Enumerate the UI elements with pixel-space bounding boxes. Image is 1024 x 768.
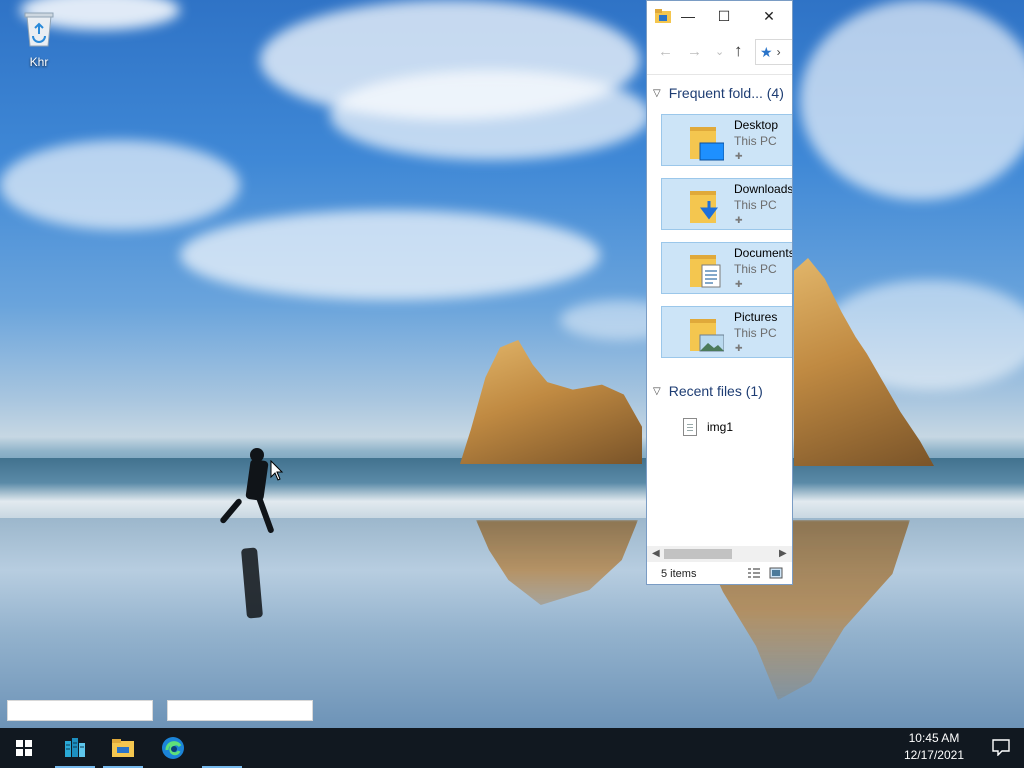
action-center-icon[interactable]	[992, 738, 1010, 756]
frequent-folders-label: Frequent fold... (4)	[668, 85, 784, 101]
downloads-folder-icon	[690, 191, 718, 223]
frequent-folders-header[interactable]: ▽ Frequent fold... (4)	[647, 78, 792, 108]
folder-location: This PC	[734, 326, 777, 340]
item-count: 5 items	[661, 568, 697, 580]
title-bar[interactable]: — ☐ ✕	[647, 1, 792, 31]
quick-access-content: ▽ Frequent fold... (4) Desktop This PC ✚…	[647, 76, 793, 546]
quick-access-star-icon: ★	[760, 43, 773, 60]
large-icons-view-icon[interactable]	[769, 567, 783, 579]
desktop-folder-icon	[690, 127, 724, 161]
taskbar-server-manager[interactable]	[51, 728, 99, 768]
folder-tile-documents[interactable]: Documents This PC ✚	[661, 242, 793, 294]
taskbar-active-slot[interactable]	[198, 728, 246, 768]
folder-tile-pictures[interactable]: Pictures This PC ✚	[661, 306, 792, 358]
file-explorer-window[interactable]: — ☐ ✕ ← → ⌄ ↑ ★ › ▽ Frequent fold... (4)…	[646, 0, 793, 585]
taskbar-file-explorer[interactable]	[99, 728, 147, 768]
folder-name: Desktop	[734, 118, 779, 132]
sea	[0, 458, 1024, 520]
folder-tile-downloads[interactable]: Downloads This PC ✚	[661, 178, 793, 230]
system-clock[interactable]: 10:45 AM 12/17/2021	[904, 730, 964, 764]
desktop-wallpaper	[0, 0, 1024, 728]
scrollbar-thumb[interactable]	[664, 549, 732, 559]
pin-icon: ✚	[735, 279, 743, 289]
recycle-bin-icon	[24, 12, 54, 47]
folder-location: This PC	[734, 134, 777, 148]
edge-icon	[162, 737, 184, 759]
collapse-chevron-icon[interactable]: ▽	[653, 386, 661, 397]
recent-locations-icon[interactable]: ⌄	[715, 45, 724, 58]
thumbnail-box	[7, 700, 153, 721]
start-button[interactable]	[0, 728, 48, 768]
thumbnail-box	[167, 700, 313, 721]
recycle-bin-desktop-icon[interactable]: Khr	[12, 8, 66, 69]
forward-arrow-icon[interactable]: →	[687, 43, 702, 60]
details-view-icon[interactable]	[747, 567, 761, 579]
mouse-pointer-icon	[270, 460, 284, 481]
taskbar: 10:45 AM 12/17/2021	[0, 728, 1024, 768]
clock-date: 12/17/2021	[903, 748, 964, 762]
cloud	[800, 0, 1024, 200]
recent-files-label: Recent files (1)	[668, 383, 763, 399]
recent-file-item[interactable]: img1	[683, 416, 733, 438]
navigation-bar: ← → ⌄ ↑ ★ ›	[647, 31, 792, 75]
file-name: img1	[707, 420, 734, 434]
file-icon	[683, 418, 697, 436]
file-explorer-icon	[112, 739, 134, 757]
pin-icon: ✚	[735, 151, 743, 161]
recycle-bin-label: Khr	[29, 55, 49, 69]
address-bar[interactable]: ★ ›	[755, 39, 792, 65]
folder-name: Pictures	[734, 310, 778, 324]
close-button[interactable]: ✕	[746, 1, 792, 31]
folder-location: This PC	[734, 262, 777, 276]
server-manager-icon	[65, 738, 85, 757]
folder-location: This PC	[734, 198, 777, 212]
pin-icon: ✚	[735, 343, 743, 353]
collapse-chevron-icon[interactable]: ▽	[653, 88, 661, 99]
maximize-button[interactable]: ☐	[701, 1, 747, 31]
up-arrow-icon[interactable]: ↑	[734, 41, 743, 61]
pictures-folder-icon	[690, 319, 724, 352]
horizontal-scrollbar[interactable]: ◀ ▶	[647, 546, 792, 562]
recent-files-header[interactable]: ▽ Recent files (1)	[647, 376, 792, 406]
start-icon	[16, 740, 32, 756]
folder-tile-desktop[interactable]: Desktop This PC ✚	[661, 114, 792, 166]
back-arrow-icon[interactable]: ←	[658, 43, 673, 60]
taskbar-edge[interactable]	[149, 728, 197, 768]
address-chevron-icon[interactable]: ›	[777, 45, 781, 59]
folder-name: Documents	[734, 246, 793, 260]
sea-stack-rock	[460, 340, 642, 464]
pin-icon: ✚	[735, 215, 743, 225]
scroll-left-icon[interactable]: ◀	[652, 548, 660, 559]
cloud	[330, 70, 650, 160]
documents-folder-icon	[690, 255, 721, 288]
scroll-right-icon[interactable]: ▶	[779, 548, 787, 559]
clock-time: 10:45 AM	[908, 731, 960, 745]
folder-name: Downloads	[734, 182, 793, 196]
cloud	[0, 140, 240, 230]
cloud	[180, 210, 600, 300]
